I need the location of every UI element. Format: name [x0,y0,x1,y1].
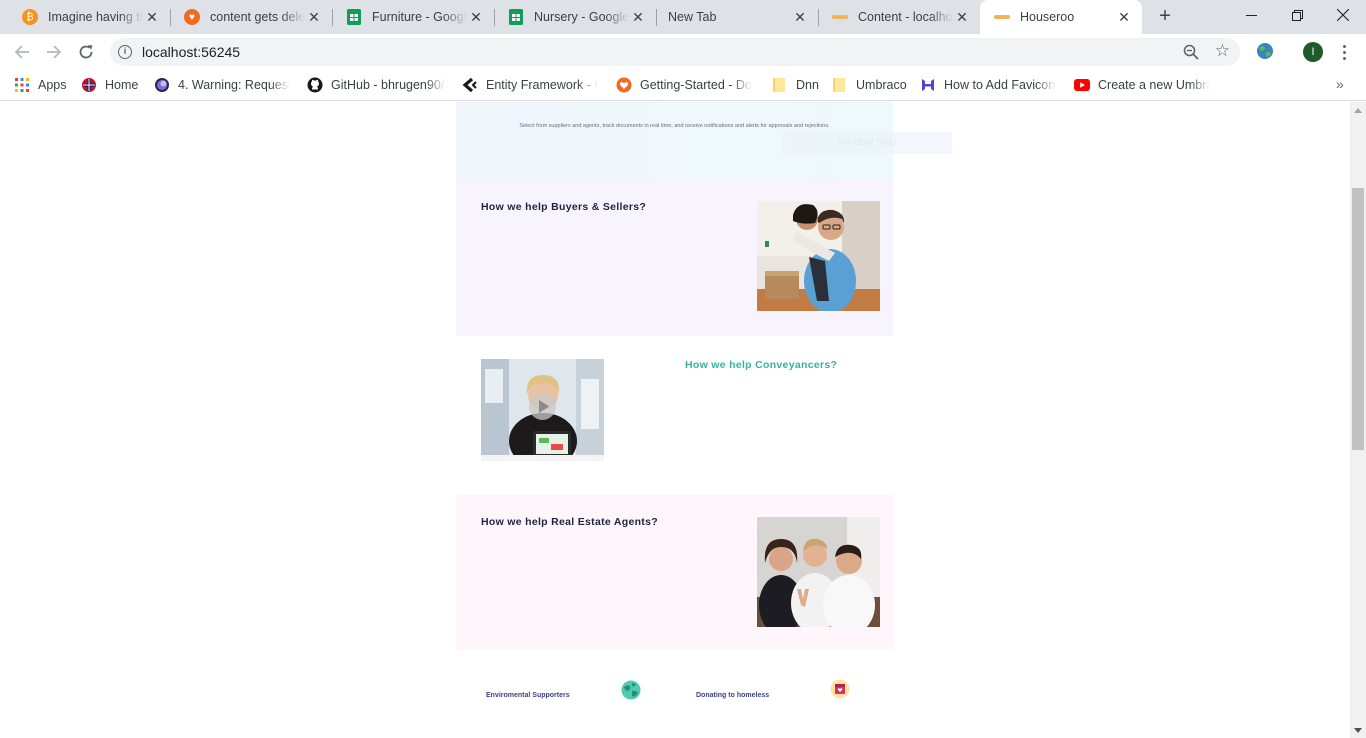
close-tab-icon[interactable]: ✕ [954,9,970,25]
youtube-icon [1074,77,1090,93]
tab-new-tab[interactable]: New Tab ✕ [656,0,818,34]
scroll-up-icon[interactable] [1354,108,1362,113]
globe-extension-icon[interactable] [1256,42,1274,60]
buyers-heading: How we help Buyers & Sellers? [481,201,647,213]
tab-content-localhost[interactable]: Content - localhos ✕ [818,0,980,34]
tab-nursery[interactable]: Nursery - Google S ✕ [494,0,656,34]
close-tab-icon[interactable]: ✕ [306,9,322,25]
agents-photo [757,517,880,627]
agents-heading: How we help Real Estate Agents? [481,516,658,528]
scroll-down-icon[interactable] [1354,728,1362,733]
bookmark-entity-framework[interactable]: Entity Framework - C [462,76,598,94]
close-tab-icon[interactable]: ✕ [792,9,808,25]
close-window-button[interactable] [1320,0,1366,30]
bookmark-github[interactable]: GitHub - bhrugen90/ [307,76,446,94]
conveyancers-video-thumbnail[interactable] [481,359,604,461]
bookmark-youtube[interactable]: Create a new Umbrac [1074,76,1210,94]
bookmark-warning[interactable]: 4. Warning: Requeste [154,76,290,94]
section-conveyancers: How we help Conveyancers? [456,336,893,494]
apps-grid-icon [14,77,30,93]
address-bar[interactable]: i localhost:56245 ☆ [110,38,1240,66]
github-icon [307,77,323,93]
bookmark-apps[interactable]: Apps [14,76,67,94]
umbraco-heart-icon [616,77,632,93]
close-tab-icon[interactable]: ✕ [630,9,646,25]
sheets-icon [508,9,524,25]
home-flag-icon [81,77,97,93]
reload-button[interactable] [72,38,100,66]
close-tab-icon[interactable]: ✕ [1116,9,1132,25]
bookmarks-bar: Apps Home 4. Warning: Requeste GitHub - … [0,70,1366,101]
bitcoin-icon: ₿ [22,9,38,25]
environmental-supporters-label: Enviromental Supporters [486,692,570,699]
bookmark-home[interactable]: Home [81,76,138,94]
window-snip-overlay: Window Snip [782,132,952,154]
h-logo-icon [920,77,936,93]
eclipse-icon [154,77,170,93]
page-viewport: Select from suppliers and agents, track … [0,102,1350,738]
tab-houseroo[interactable]: Houseroo ✕ [980,0,1142,34]
folder-icon [832,77,848,93]
forward-arrow-icon [47,45,62,59]
houseroo-logo-icon [832,9,848,25]
close-tab-icon[interactable]: ✕ [468,9,484,25]
section-buyers-sellers: How we help Buyers & Sellers? [456,179,893,336]
minimize-button[interactable] [1228,0,1274,30]
bookmark-folder-umbraco[interactable]: Umbraco [832,76,907,94]
close-tab-icon[interactable]: ✕ [144,9,160,25]
earth-globe-icon [621,680,641,700]
tab-furniture[interactable]: Furniture - Google ✕ [332,0,494,34]
page-scrollbar[interactable] [1350,102,1366,738]
section-real-estate-agents: How we help Real Estate Agents? [456,494,893,650]
profile-avatar[interactable]: I [1303,42,1323,62]
hero-description: Select from suppliers and agents, track … [519,123,830,129]
umbraco-heart-icon: ♥ [184,9,200,25]
folder-icon [772,77,788,93]
bookmark-star-icon[interactable]: ☆ [1215,42,1230,60]
buyers-photo [757,201,880,311]
play-video-icon [529,393,556,420]
back-button[interactable] [8,38,36,66]
houseroo-logo-icon [994,9,1010,25]
tab-strip: ₿ Imagine having th ✕ ♥ content gets del… [0,0,1366,34]
new-tab-button[interactable]: + [1154,6,1176,28]
charity-box-icon [830,679,850,699]
tab-content-deleted[interactable]: ♥ content gets delet ✕ [170,0,332,34]
forward-button[interactable] [40,38,68,66]
reload-icon [79,45,93,59]
bookmarks-overflow-icon[interactable]: » [1336,76,1344,92]
site-info-icon[interactable]: i [118,45,132,59]
scrollbar-thumb[interactable] [1352,188,1364,450]
address-url[interactable]: localhost:56245 [142,44,240,60]
conveyancers-heading: How we help Conveyancers? [685,359,838,371]
bookmark-folder-dnn[interactable]: Dnn [772,76,819,94]
zoom-icon[interactable] [1182,43,1200,61]
donating-homeless-label: Donating to homeless [696,692,770,699]
back-arrow-icon [14,45,29,59]
chevron-logo-icon [462,77,478,93]
browser-toolbar: i localhost:56245 ☆ I [0,34,1366,70]
restore-button[interactable] [1274,0,1320,30]
sheets-icon [346,9,362,25]
browser-menu-icon[interactable] [1336,42,1352,62]
bookmark-getting-started[interactable]: Getting-Started - Doc [616,76,752,94]
bookmark-favicon[interactable]: How to Add Favicon t [920,76,1056,94]
tab-imagine[interactable]: ₿ Imagine having th ✕ [8,0,170,34]
